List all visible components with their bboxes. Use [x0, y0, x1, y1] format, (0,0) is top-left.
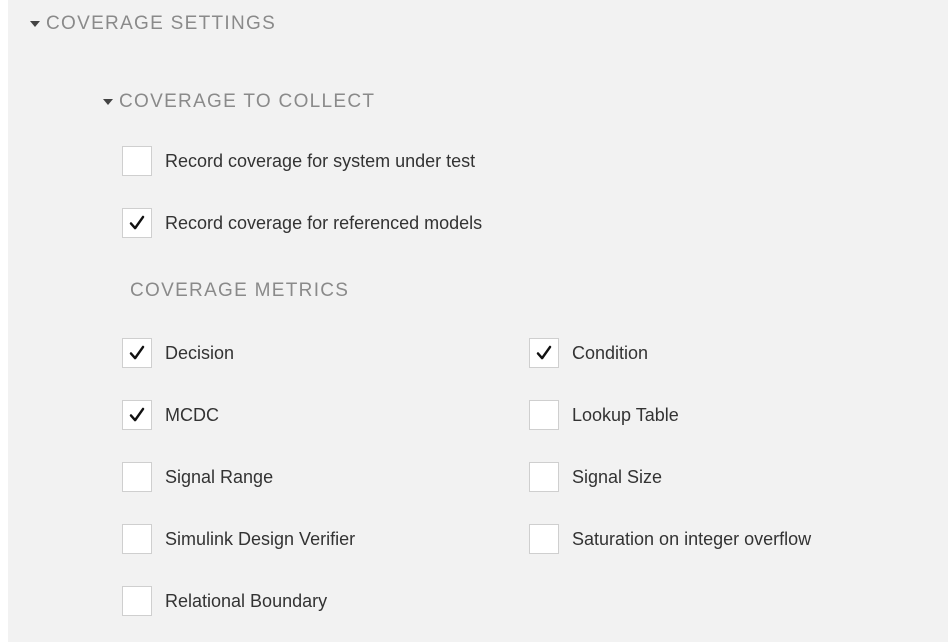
condition-option[interactable]: Condition: [529, 336, 648, 370]
relational-boundary-checkbox[interactable]: [122, 586, 152, 616]
lookup-table-option[interactable]: Lookup Table: [529, 398, 679, 432]
simulink-design-verifier-option[interactable]: Simulink Design Verifier: [122, 522, 355, 556]
lookup-table-checkbox[interactable]: [529, 400, 559, 430]
relational-boundary-label: Relational Boundary: [165, 590, 328, 611]
mcdc-label: MCDC: [165, 404, 219, 425]
signal-size-checkbox[interactable]: [529, 462, 559, 492]
coverage-to-collect-title: COVERAGE TO COLLECT: [119, 91, 376, 112]
checkmark-icon: [536, 345, 552, 360]
record-system-under-test-checkbox[interactable]: [122, 146, 152, 176]
checkmark-icon: [129, 407, 145, 422]
mcdc-checkbox[interactable]: [122, 400, 152, 430]
coverage-settings-header[interactable]: COVERAGE SETTINGS: [30, 10, 276, 38]
simulink-design-verifier-label: Simulink Design Verifier: [165, 528, 356, 549]
record-referenced-models-option[interactable]: Record coverage for referenced models: [122, 206, 482, 240]
coverage-settings-title: COVERAGE SETTINGS: [46, 13, 277, 34]
decision-label: Decision: [165, 342, 235, 363]
record-system-under-test-option[interactable]: Record coverage for system under test: [122, 144, 475, 178]
coverage-metrics-title: COVERAGE METRICS: [130, 280, 350, 301]
record-referenced-models-checkbox[interactable]: [122, 208, 152, 238]
mcdc-option[interactable]: MCDC: [122, 398, 219, 432]
signal-range-checkbox[interactable]: [122, 462, 152, 492]
signal-size-option[interactable]: Signal Size: [529, 460, 662, 494]
record-system-under-test-label: Record coverage for system under test: [165, 150, 476, 171]
checkmark-icon: [129, 345, 145, 360]
coverage-settings-panel: COVERAGE SETTINGS COVERAGE TO COLLECT Re…: [8, 0, 948, 642]
signal-range-option[interactable]: Signal Range: [122, 460, 273, 494]
coverage-to-collect-header[interactable]: COVERAGE TO COLLECT: [103, 88, 375, 116]
collapse-triangle-icon[interactable]: [30, 21, 40, 27]
signal-size-label: Signal Size: [572, 466, 663, 487]
signal-range-label: Signal Range: [165, 466, 274, 487]
record-referenced-models-label: Record coverage for referenced models: [165, 212, 483, 233]
saturation-on-integer-overflow-checkbox[interactable]: [529, 524, 559, 554]
saturation-on-integer-overflow-option[interactable]: Saturation on integer overflow: [529, 522, 811, 556]
relational-boundary-option[interactable]: Relational Boundary: [122, 584, 327, 618]
simulink-design-verifier-checkbox[interactable]: [122, 524, 152, 554]
lookup-table-label: Lookup Table: [572, 404, 679, 425]
decision-option[interactable]: Decision: [122, 336, 234, 370]
condition-checkbox[interactable]: [529, 338, 559, 368]
condition-label: Condition: [572, 342, 649, 363]
decision-checkbox[interactable]: [122, 338, 152, 368]
saturation-on-integer-overflow-label: Saturation on integer overflow: [572, 528, 812, 549]
checkmark-icon: [129, 215, 145, 230]
collapse-triangle-icon[interactable]: [103, 99, 113, 105]
